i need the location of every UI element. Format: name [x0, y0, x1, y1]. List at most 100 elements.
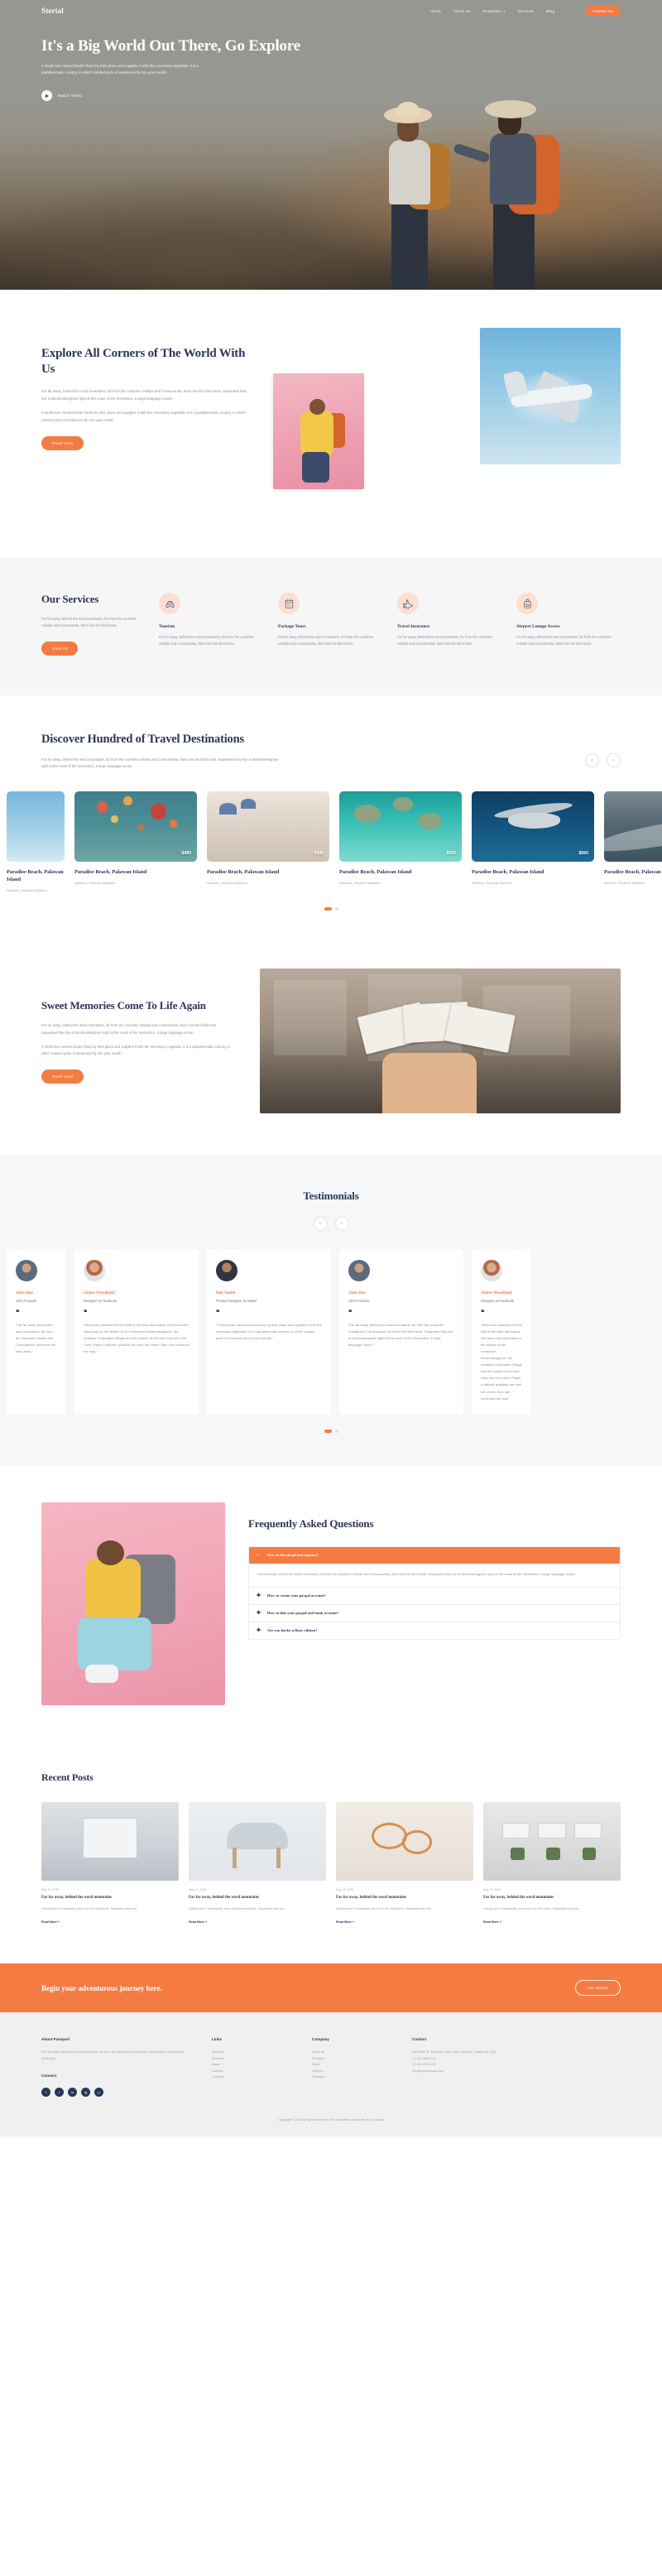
services-grid: Tourism Far far away, behind the word mo…	[159, 593, 621, 656]
pagination-dot[interactable]	[334, 907, 338, 911]
service-card-package-tours[interactable]: Package Tours Far far away, behind the w…	[278, 593, 382, 656]
post-read-more-link[interactable]: Read More +	[336, 1920, 354, 1924]
cta-headline: Begin your adventurous journey here.	[41, 1983, 162, 1992]
footer-contact-title: Contact	[412, 2037, 427, 2042]
pagination-dot-active[interactable]	[324, 1429, 332, 1433]
post-read-more-link[interactable]: Read More +	[41, 1920, 60, 1924]
testimonial-card[interactable]: James Woodland Designer at Facebook ❝ "W…	[472, 1248, 531, 1415]
destination-card[interactable]: $490 Paradise Beach, Palawan Island Mald…	[604, 791, 662, 892]
post-thumbnail	[189, 1802, 326, 1882]
avatar	[84, 1259, 105, 1281]
nav-item-dropdown[interactable]: Dropdown ▾	[482, 9, 505, 13]
minus-icon: −	[257, 1552, 260, 1558]
site-logo[interactable]: Sterial	[41, 7, 64, 15]
faq-question[interactable]: ✚ How to create your paypal account?	[249, 1587, 620, 1605]
footer-link[interactable]: News	[212, 2062, 290, 2069]
footer-link[interactable]: Careers	[312, 2069, 391, 2075]
recent-posts-title: Recent Posts	[41, 1771, 94, 1783]
destination-title: Paradise Beach, Palawan Island	[339, 869, 412, 876]
service-title: Travel Insurance	[397, 624, 430, 629]
instagram-icon[interactable]: ig	[81, 2088, 90, 2098]
post-card[interactable]: May 12, 2020 Far far away, behind the wo…	[336, 1802, 473, 1927]
plus-icon: ✚	[257, 1593, 261, 1598]
nav-item-home[interactable]: Home	[430, 9, 441, 13]
watch-video-button[interactable]: Watch Video	[41, 90, 621, 102]
get-started-button[interactable]: Get started	[574, 1980, 621, 1997]
footer-links-title: Links	[212, 2037, 222, 2042]
linkedin-icon[interactable]: in	[68, 2088, 77, 2098]
destination-card[interactable]: Paradise Beach, Palawan Island Maldives,…	[7, 791, 65, 892]
carousel-next-icon[interactable]: ›	[607, 753, 621, 768]
carousel-prev-icon[interactable]: ‹	[313, 1216, 328, 1231]
footer-phone[interactable]: +2 392 3929 210	[412, 2056, 496, 2063]
testimonial-card[interactable]: John Doe CEO Founder ❝ "Far far away, be…	[7, 1248, 66, 1415]
post-card[interactable]: May 12, 2020 Far far away, behind the wo…	[41, 1802, 179, 1927]
pinterest-icon[interactable]: p	[94, 2088, 103, 2098]
contact-us-button[interactable]: Contact Us	[585, 6, 621, 16]
footer-link[interactable]: News	[312, 2062, 391, 2069]
carousel-next-icon[interactable]: ›	[334, 1216, 349, 1231]
post-read-more-link[interactable]: Read More +	[189, 1920, 207, 1924]
plus-icon: ✚	[257, 1627, 261, 1633]
destination-title: Paradise Beach, Palawan Island	[604, 869, 662, 876]
faq-question[interactable]: ✚ How to link your paypal and bank accou…	[249, 1604, 620, 1622]
carousel-prev-icon[interactable]: ‹	[585, 753, 599, 768]
pagination-dot-active[interactable]	[324, 907, 332, 911]
ship-icon	[159, 593, 180, 614]
destination-card[interactable]: $490 Paradise Beach, Palawan Island Mald…	[74, 791, 197, 892]
destination-card[interactable]: $560 Paradise Beach, Palawan Island Mald…	[472, 791, 594, 892]
post-excerpt: Vokalia and Consonantia, there live the …	[41, 1907, 138, 1910]
service-text: Far far away, behind the word mountains,…	[516, 635, 612, 646]
twitter-icon[interactable]: t	[55, 2088, 64, 2098]
service-card-travel-insurance[interactable]: Travel Insurance Far far away, behind th…	[397, 593, 501, 656]
testimonial-cards: John Doe CEO Founder ❝ "Far far away, be…	[0, 1248, 662, 1415]
footer-link[interactable]: About us	[212, 2050, 290, 2056]
nav-item-blog[interactable]: Blog	[546, 9, 554, 13]
footer-company-title: Company	[312, 2037, 329, 2042]
testimonial-card[interactable]: John Doe CEO Founder ❝ "Far far away, be…	[339, 1248, 463, 1415]
footer-link[interactable]: Contacts	[212, 2074, 290, 2081]
quote-icon: ❝	[16, 1308, 20, 1316]
destination-card[interactable]: $430 Paradise Beach, Palawan Island Mald…	[339, 791, 462, 892]
destination-card[interactable]: $490 Paradise Beach, Palawan Island Mald…	[207, 791, 329, 892]
testimonial-text: "Far far away, behind the word mountains…	[16, 1322, 56, 1353]
testimonial-card[interactable]: James Woodland Designer at Facebook ❝ "W…	[74, 1248, 199, 1415]
post-read-more-link[interactable]: Read More +	[483, 1920, 501, 1924]
testimonial-text: "A small river named Duden flows by thei…	[216, 1322, 322, 1340]
footer-link[interactable]: Services	[212, 2056, 290, 2063]
destination-location: Maldives, Repbulic Maldives	[472, 881, 513, 886]
nav-item-services[interactable]: Services	[517, 9, 534, 13]
footer-link[interactable]: Contacts	[312, 2074, 391, 2081]
destination-thumbnail	[7, 791, 65, 863]
testimonial-role: Designer at Facebook	[84, 1298, 118, 1303]
faq-question-open[interactable]: − How to download and register?	[249, 1546, 620, 1564]
faq-section: Frequently Asked Questions − How to down…	[0, 1465, 662, 1743]
destination-thumbnail: $490	[207, 791, 329, 863]
testimonial-role: Product Designer at Twitter	[216, 1298, 257, 1303]
avatar	[348, 1259, 370, 1281]
facebook-icon[interactable]: f	[41, 2088, 50, 2098]
post-card[interactable]: May 12, 2020 Far far away, behind the wo…	[189, 1802, 326, 1927]
pagination-dot[interactable]	[334, 1429, 338, 1433]
faq-question[interactable]: ✚ Are you havbe a Basic edition?	[249, 1622, 620, 1639]
service-card-tourism[interactable]: Tourism Far far away, behind the word mo…	[159, 593, 263, 656]
footer-email[interactable]: info@yourdomain.com	[412, 2069, 496, 2075]
footer-link[interactable]: Services	[312, 2056, 391, 2063]
memories-paragraph-2: A small river named Duden flows by their…	[41, 1044, 231, 1055]
explore-read-more-button[interactable]: Read more	[41, 435, 84, 450]
memories-title: Sweet Memories Come To Life Again	[41, 999, 206, 1012]
testimonial-role: CEO Founder	[16, 1298, 37, 1303]
post-card[interactable]: May 12, 2020 Far far away, behind the wo…	[483, 1802, 621, 1927]
footer-link[interactable]: Careers	[212, 2069, 290, 2075]
services-view-all-button[interactable]: View All	[41, 642, 79, 656]
backpack-icon	[516, 593, 538, 614]
memories-read-more-button[interactable]: Read more	[41, 1069, 84, 1084]
testimonial-card[interactable]: Bob Smith Product Designer at Twitter ❝ …	[207, 1248, 331, 1415]
footer-phone-alt[interactable]: +2 392 3929 210	[412, 2062, 496, 2069]
service-card-airport-lounge-access[interactable]: Airport Lounge Access Far far away, behi…	[516, 593, 621, 656]
memories-copy: Sweet Memories Come To Life Again Far fa…	[41, 998, 232, 1084]
nav-item-about-us[interactable]: About us	[453, 9, 470, 13]
destination-price: $490	[314, 851, 324, 857]
footer-link[interactable]: About us	[312, 2050, 391, 2056]
faq-content: Frequently Asked Questions − How to down…	[248, 1502, 621, 1640]
